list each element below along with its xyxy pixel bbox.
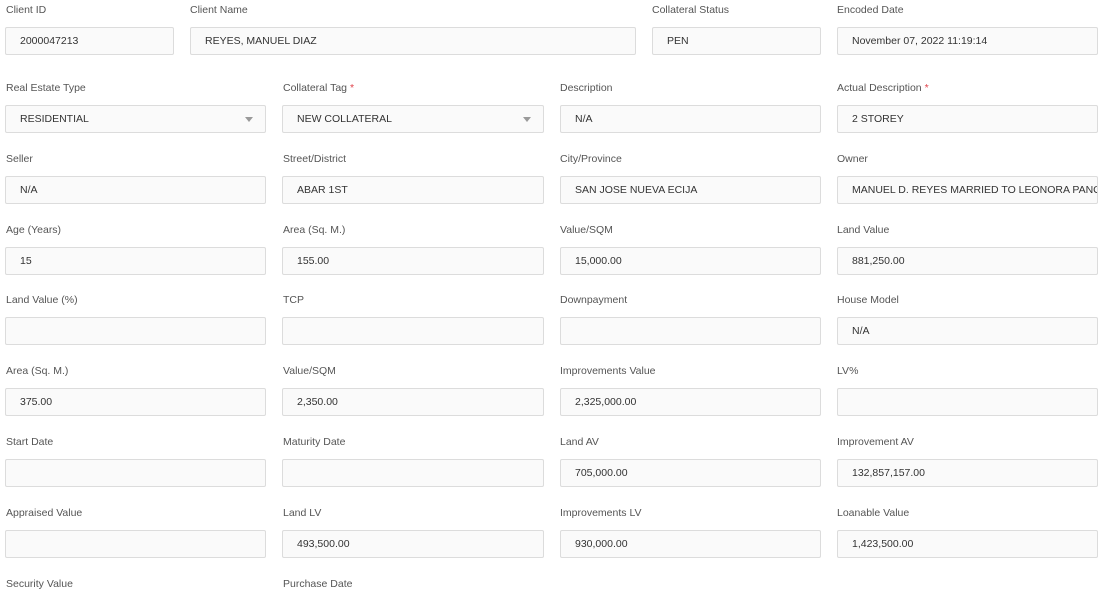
downpayment-field[interactable] xyxy=(560,317,821,345)
area-land-field[interactable]: 155.00 xyxy=(282,247,544,275)
collateral-tag-label: Collateral Tag * xyxy=(283,82,354,94)
seller-label: Seller xyxy=(6,153,33,165)
value-sqm-land-label: Value/SQM xyxy=(560,224,613,236)
encoded-date-label: Encoded Date xyxy=(837,4,904,16)
land-value-pct-field[interactable] xyxy=(5,317,266,345)
land-lv-field[interactable]: 493,500.00 xyxy=(282,530,544,558)
street-district-field[interactable]: ABAR 1ST xyxy=(282,176,544,204)
age-years-field[interactable]: 15 xyxy=(5,247,266,275)
real-estate-type-value: RESIDENTIAL xyxy=(20,113,89,125)
security-value-label: Security Value xyxy=(6,578,73,590)
actual-description-label: Actual Description * xyxy=(837,82,929,94)
actual-description-label-text: Actual Description xyxy=(837,82,922,94)
improvement-av-field[interactable]: 132,857,157.00 xyxy=(837,459,1098,487)
value-sqm-improvement-field[interactable]: 2,350.00 xyxy=(282,388,544,416)
improvements-lv-label: Improvements LV xyxy=(560,507,642,519)
client-name-field[interactable]: REYES, MANUEL DIAZ xyxy=(190,27,636,55)
collateral-tag-select[interactable]: NEW COLLATERAL xyxy=(282,105,544,133)
maturity-date-label: Maturity Date xyxy=(283,436,346,448)
client-name-label: Client Name xyxy=(190,4,248,16)
age-years-label: Age (Years) xyxy=(6,224,62,236)
improvements-value-label: Improvements Value xyxy=(560,365,656,377)
description-label: Description xyxy=(560,82,613,94)
required-marker: * xyxy=(350,82,355,94)
client-id-field[interactable]: 2000047213 xyxy=(5,27,174,55)
street-district-label: Street/District xyxy=(283,153,347,165)
city-province-label: City/Province xyxy=(560,153,622,165)
land-av-label: Land AV xyxy=(560,436,599,448)
purchase-date-label: Purchase Date xyxy=(283,578,353,590)
start-date-field[interactable] xyxy=(5,459,266,487)
downpayment-label: Downpayment xyxy=(560,294,628,306)
improvements-value-field[interactable]: 2,325,000.00 xyxy=(560,388,821,416)
start-date-label: Start Date xyxy=(6,436,54,448)
actual-description-field[interactable]: 2 STOREY xyxy=(837,105,1098,133)
collateral-tag-value: NEW COLLATERAL xyxy=(297,113,392,125)
collateral-tag-label-text: Collateral Tag xyxy=(283,82,348,94)
description-field[interactable]: N/A xyxy=(560,105,821,133)
owner-field[interactable]: MANUEL D. REYES MARRIED TO LEONORA PANGI… xyxy=(837,176,1098,204)
improvements-lv-field[interactable]: 930,000.00 xyxy=(560,530,821,558)
owner-label: Owner xyxy=(837,153,868,165)
real-estate-type-label: Real Estate Type xyxy=(6,82,86,94)
improvement-av-label: Improvement AV xyxy=(837,436,914,448)
house-model-field[interactable]: N/A xyxy=(837,317,1098,345)
collateral-status-field[interactable]: PEN xyxy=(652,27,821,55)
lv-pct-label: LV% xyxy=(837,365,859,377)
client-id-label: Client ID xyxy=(6,4,47,16)
required-marker: * xyxy=(924,82,929,94)
lv-pct-field[interactable] xyxy=(837,388,1098,416)
tcp-label: TCP xyxy=(283,294,304,306)
appraised-value-field[interactable] xyxy=(5,530,266,558)
collateral-status-label: Collateral Status xyxy=(652,4,730,16)
land-value-field[interactable]: 881,250.00 xyxy=(837,247,1098,275)
chevron-down-icon xyxy=(523,117,531,122)
house-model-label: House Model xyxy=(837,294,899,306)
land-value-pct-label: Land Value (%) xyxy=(6,294,78,306)
area-land-label: Area (Sq. M.) xyxy=(283,224,346,236)
value-sqm-land-field[interactable]: 15,000.00 xyxy=(560,247,821,275)
tcp-field[interactable] xyxy=(282,317,544,345)
encoded-date-field[interactable]: November 07, 2022 11:19:14 xyxy=(837,27,1098,55)
land-value-label: Land Value xyxy=(837,224,890,236)
appraised-value-label: Appraised Value xyxy=(6,507,83,519)
city-province-field[interactable]: SAN JOSE NUEVA ECIJA xyxy=(560,176,821,204)
area-improvement-label: Area (Sq. M.) xyxy=(6,365,69,377)
value-sqm-improvement-label: Value/SQM xyxy=(283,365,336,377)
land-lv-label: Land LV xyxy=(283,507,322,519)
land-av-field[interactable]: 705,000.00 xyxy=(560,459,821,487)
chevron-down-icon xyxy=(245,117,253,122)
seller-field[interactable]: N/A xyxy=(5,176,266,204)
area-improvement-field[interactable]: 375.00 xyxy=(5,388,266,416)
maturity-date-field[interactable] xyxy=(282,459,544,487)
loanable-value-label: Loanable Value xyxy=(837,507,910,519)
real-estate-type-select[interactable]: RESIDENTIAL xyxy=(5,105,266,133)
loanable-value-field[interactable]: 1,423,500.00 xyxy=(837,530,1098,558)
